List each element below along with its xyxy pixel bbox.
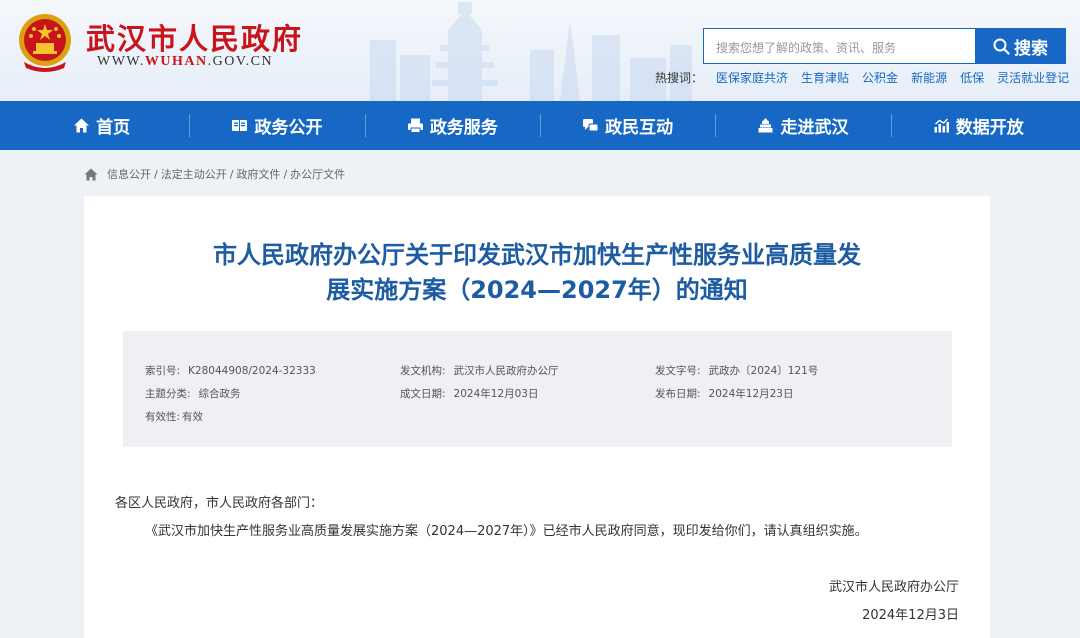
nav-item-label: 政民互动 (605, 118, 674, 138)
hot-word-link[interactable]: 低保 (960, 69, 984, 86)
hot-word-link[interactable]: 公积金 (862, 69, 898, 86)
meta-value: 武汉市人民政府办公厅 (453, 365, 559, 377)
nav-item-gov-affairs-open[interactable]: 政务公开 (189, 101, 364, 150)
meta-issuer: 发文机构: 武汉市人民政府办公厅 (400, 363, 559, 378)
site-url: WWW.WUHAN.GOV.CN (97, 54, 273, 70)
chart-icon (934, 118, 949, 133)
site-url-prefix: WWW. (97, 54, 145, 69)
site-header: 武汉市人民政府 WWW.WUHAN.GOV.CN 搜索您想了解的政策、资讯、服务… (0, 0, 1080, 101)
search-button[interactable]: 搜索 (975, 28, 1066, 64)
nav-item-gov-services[interactable]: 政务服务 (364, 101, 540, 150)
nav-item-home[interactable]: 首页 (14, 101, 189, 150)
nav-item-label: 数据开放 (955, 118, 1024, 138)
document-signature: 武汉市人民政府办公厅 (828, 580, 959, 595)
site-url-highlight: WUHAN (144, 54, 208, 69)
meta-key: 发文字号: (655, 365, 701, 377)
national-emblem-icon (19, 14, 71, 72)
breadcrumb-separator: / (283, 167, 288, 181)
city-skyline-illustration (370, 2, 692, 101)
search-button-label: 搜索 (1014, 38, 1048, 59)
home-icon[interactable] (84, 168, 98, 181)
meta-value: 武政办〔2024〕121号 (708, 365, 819, 377)
site-url-suffix: .GOV.CN (207, 54, 274, 69)
meta-published-date: 发布日期: 2024年12月23日 (655, 386, 794, 401)
meta-key: 发文机构: (400, 365, 446, 377)
breadcrumb-separator: / (229, 167, 234, 181)
document-salutation: 各区人民政府，市人民政府各部门： (115, 496, 324, 511)
meta-value: 综合政务 (198, 388, 241, 400)
hot-word-link[interactable]: 生育津贴 (801, 69, 849, 86)
book-icon (232, 120, 248, 131)
meta-key: 有效性: (145, 411, 181, 423)
breadcrumb: 信息公开 / 法定主动公开 / 政府文件 / 办公厅文件 (84, 166, 345, 182)
main-nav: 首页 政务公开 政务服务 政民互动 走进武汉 数据开放 (0, 101, 1080, 150)
meta-value: 2024年12月23日 (708, 388, 794, 400)
nav-item-label: 首页 (96, 118, 131, 138)
hot-search-label: 热搜词： (655, 71, 704, 85)
document-paragraph: 《武汉市加快生产性服务业高质量发展实施方案（2024—2027年）》已经市人民政… (145, 524, 868, 539)
document-title-line: 展实施方案（2024—2027年）的通知 (326, 276, 748, 304)
hot-word-link[interactable]: 医保家庭共济 (716, 69, 788, 86)
nav-item-about-wuhan[interactable]: 走进武汉 (715, 101, 890, 150)
hot-word-link[interactable]: 灵活就业登记 (997, 69, 1069, 86)
nav-item-label: 走进武汉 (780, 118, 849, 138)
document-title-line: 市人民政府办公厅关于印发武汉市加快生产性服务业高质量发 (213, 241, 861, 269)
meta-validity: 有效性: 有效 (145, 409, 203, 424)
meta-key: 发布日期: (655, 388, 701, 400)
meta-value: 有效 (182, 411, 204, 423)
breadcrumb-link[interactable]: 信息公开 (107, 166, 151, 182)
hot-word-link[interactable]: 新能源 (911, 69, 947, 86)
meta-key: 主题分类: (145, 388, 191, 400)
building-icon (758, 118, 773, 133)
search-input[interactable]: 搜索您想了解的政策、资讯、服务 (703, 28, 975, 64)
breadcrumb-separator: / (154, 167, 158, 181)
meta-index-no: 索引号: K28044908/2024-32333 (145, 363, 316, 378)
document-title: 市人民政府办公厅关于印发武汉市加快生产性服务业高质量发 展实施方案（2024—2… (84, 238, 990, 308)
home-icon (74, 118, 90, 133)
document-date: 2024年12月3日 (862, 608, 959, 623)
nav-item-label: 政务服务 (429, 118, 498, 138)
document-metadata-panel: 索引号: K28044908/2024-32333 发文机构: 武汉市人民政府办公厅… (123, 331, 952, 447)
printer-icon (407, 118, 423, 133)
meta-doc-no: 发文字号: 武政办〔2024〕121号 (655, 363, 818, 378)
nav-item-interaction[interactable]: 政民互动 (539, 101, 715, 150)
document-card: 市人民政府办公厅关于印发武汉市加快生产性服务业高质量发 展实施方案（2024—2… (84, 196, 990, 638)
site-title: 武汉市人民政府 (86, 22, 304, 56)
meta-key: 成文日期: (400, 388, 446, 400)
meta-key: 索引号: (145, 365, 181, 377)
meta-value: 2024年12月03日 (453, 388, 539, 400)
meta-value: K28044908/2024-32333 (188, 365, 316, 377)
nav-item-open-data[interactable]: 数据开放 (890, 101, 1066, 150)
nav-item-label: 政务公开 (254, 118, 323, 138)
search-icon (993, 38, 1010, 55)
chat-icon (583, 119, 599, 132)
breadcrumb-link[interactable]: 政府文件 (236, 166, 280, 182)
meta-created-date: 成文日期: 2024年12月03日 (400, 386, 539, 401)
meta-category: 主题分类: 综合政务 (145, 386, 241, 401)
hot-search-words: 热搜词： 医保家庭共济 生育津贴 公积金 新能源 低保 灵活就业登记 (655, 69, 1069, 86)
breadcrumb-link[interactable]: 法定主动公开 (161, 166, 227, 182)
breadcrumb-link[interactable]: 办公厅文件 (290, 166, 345, 182)
